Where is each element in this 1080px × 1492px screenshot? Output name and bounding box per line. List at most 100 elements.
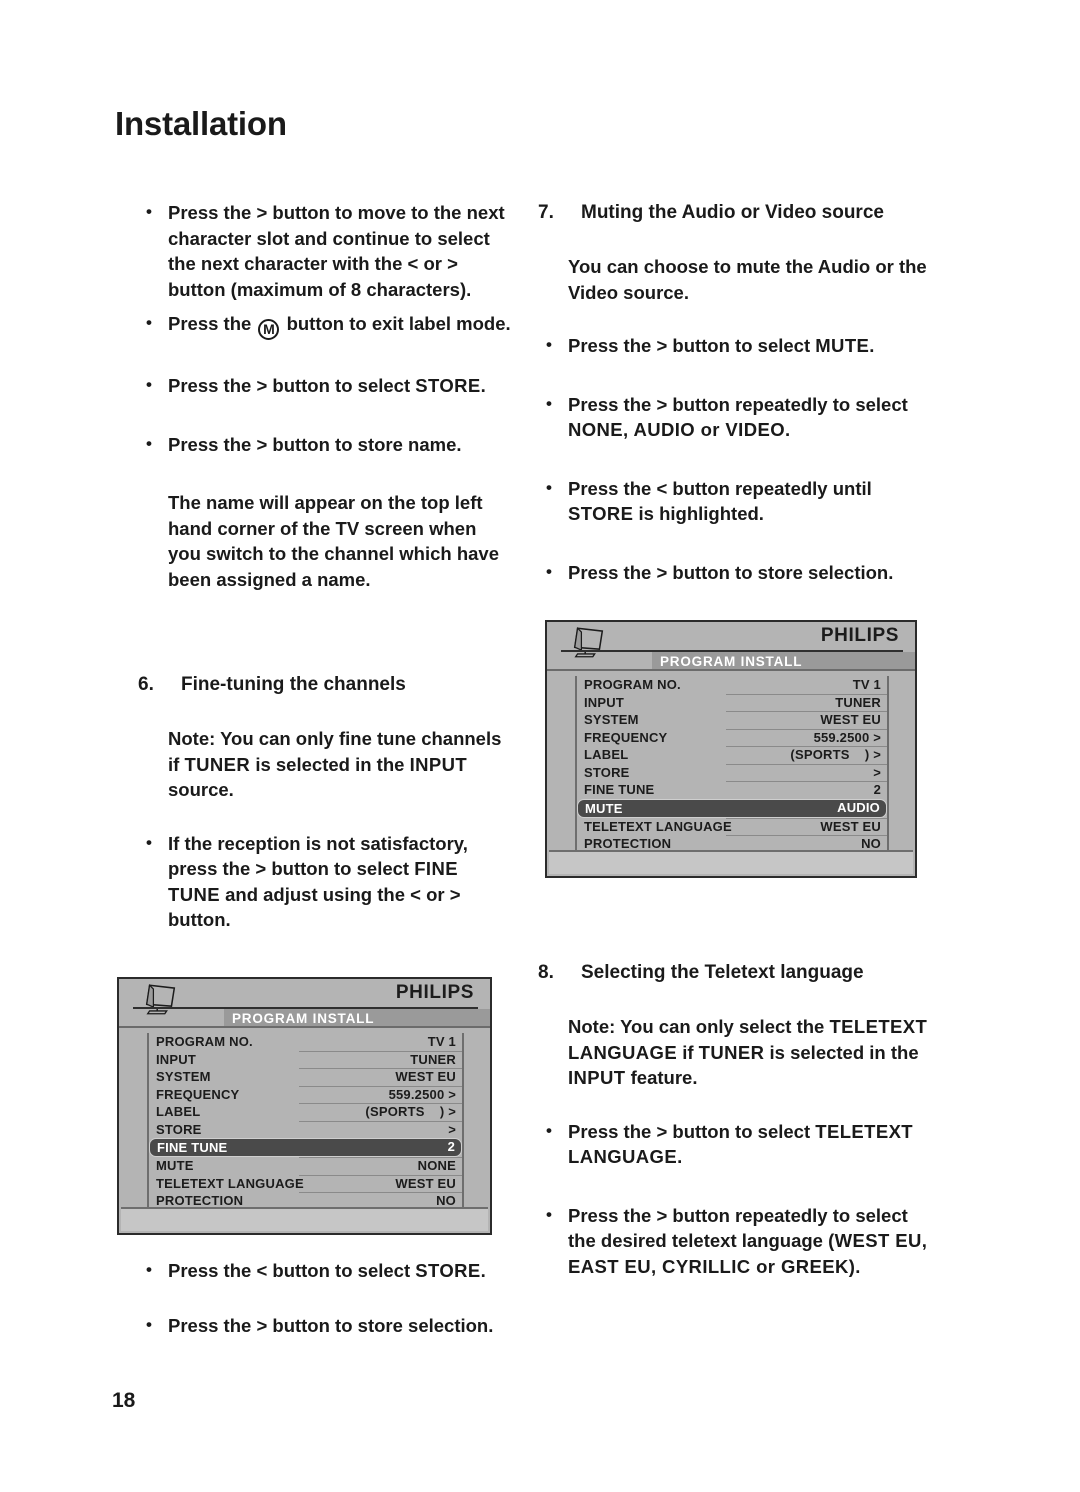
osd-row-label: SYSTEM — [156, 1069, 211, 1085]
bullet-text-prefix: Press the — [168, 1314, 257, 1336]
note-paragraph: Note: You can only select the TELETEXT L… — [538, 1014, 938, 1091]
list-item: Press the < button to select STORE. — [138, 1257, 513, 1284]
emphasis-term: TUNER — [184, 753, 251, 775]
osd-row-label: TELETEXT LANGUAGE — [584, 818, 732, 834]
bullet-text-prefix: Press the — [568, 477, 657, 499]
section-heading-6: 6. Fine-tuning the channels — [138, 672, 513, 698]
emphasis-term: STORE — [415, 375, 481, 396]
bullet-text-prefix: Press the — [168, 313, 257, 334]
osd-header: PHILIPS PROGRAM INSTALL — [119, 979, 490, 1028]
list-item: Press the > button to select MUTE. — [538, 332, 938, 359]
list-item: Press the > button to select STORE. — [138, 372, 513, 399]
right-arrow-glyph: > — [447, 253, 458, 274]
note-mid2: is selected in the — [764, 1041, 919, 1063]
osd-menu-row[interactable]: LABEL (SPORTS ) > — [149, 1103, 462, 1121]
section-heading-8: 8. Selecting the Teletext language — [538, 960, 938, 986]
section-number: 6. — [138, 674, 154, 695]
osd-menu-row[interactable]: FINE TUNE 2 — [577, 781, 887, 799]
emphasis-term: MUTE — [815, 335, 870, 356]
list-item: Press the > button to move to the next c… — [138, 199, 513, 302]
osd-menu-row[interactable]: PROGRAM NO. TV 1 — [149, 1033, 462, 1051]
osd-row-value: 559.2500 > — [388, 1086, 456, 1102]
osd-value-cell — [725, 763, 887, 782]
osd-menu-row[interactable]: STORE > — [149, 1120, 462, 1139]
osd-row-label: PROGRAM NO. — [584, 677, 681, 693]
osd-row-value: (SPORTS ) > — [365, 1104, 456, 1119]
right-arrow-glyph: > — [656, 561, 668, 583]
emphasis-term: STORE — [568, 503, 634, 524]
osd-menu-row[interactable]: INPUT TUNER — [577, 693, 887, 712]
osd-row-label: LABEL — [156, 1104, 201, 1120]
page-number: 18 — [112, 1389, 136, 1412]
osd-row-value: 2 — [447, 1139, 455, 1154]
osd-row-value: 559.2500 > — [813, 729, 881, 745]
osd-row-label: MUTE — [585, 800, 623, 816]
right-arrow-glyph: > — [256, 433, 268, 455]
osd-menu-row[interactable]: FREQUENCY 559.2500 > — [149, 1085, 462, 1104]
osd-body: PROGRAM NO. TV 1 INPUT TUNER SYSTEM WEST EU FR… — [547, 669, 915, 853]
osd-row-label: PROGRAM NO. — [156, 1034, 253, 1050]
osd-menu-row[interactable]: INPUT TUNER — [149, 1050, 462, 1069]
osd-row-list: PROGRAM NO. TV 1 INPUT TUNER SYSTEM WEST EU FR… — [575, 676, 889, 853]
osd-footer — [549, 850, 913, 874]
emphasis-term: INPUT — [568, 1067, 626, 1088]
osd-menu-row[interactable]: TELETEXT LANGUAGE WEST EU — [149, 1174, 462, 1193]
osd-menu-row[interactable]: FINE TUNE 2 — [149, 1138, 462, 1157]
right-arrow-glyph: > — [656, 1204, 668, 1226]
philips-logo: PHILIPS — [820, 625, 899, 646]
menu-button-icon: M — [258, 319, 280, 340]
osd-row-value: TV 1 — [427, 1034, 456, 1049]
osd-row-label: FREQUENCY — [584, 729, 668, 745]
right-arrow-glyph: > — [255, 858, 267, 879]
osd-row-label: FREQUENCY — [156, 1086, 240, 1102]
osd-row-value: AUDIO — [837, 799, 880, 815]
bullet-text-tail: . — [677, 1146, 683, 1167]
osd-row-value: 2 — [873, 782, 881, 797]
osd-menu-row[interactable]: SYSTEM WEST EU — [577, 711, 887, 729]
note-mid: is selected in the — [250, 753, 410, 775]
right-arrow-glyph: > — [256, 1314, 268, 1336]
osd-row-value: NONE — [417, 1158, 456, 1173]
osd-menu-row[interactable]: SYSTEM WEST EU — [149, 1068, 462, 1086]
bullet-text-prefix: Press the — [168, 1260, 257, 1281]
left-column-lower: Press the < button to select STORE. Pres… — [138, 1257, 513, 1347]
bullet-text-tail: is highlighted. — [633, 503, 764, 524]
osd-menu-row[interactable]: FREQUENCY 559.2500 > — [577, 728, 887, 747]
right-column: 7. Muting the Audio or Video source You c… — [538, 200, 938, 594]
osd-menu-row[interactable]: MUTE NONE — [149, 1157, 462, 1175]
section-number: 8. — [538, 962, 554, 983]
osd-menu-row[interactable]: TELETEXT LANGUAGE WEST EU — [577, 817, 887, 836]
osd-row-label: INPUT — [584, 694, 624, 710]
osd-row-value: > — [873, 764, 881, 780]
osd-body: PROGRAM NO. TV 1 INPUT TUNER SYSTEM WEST EU FR… — [119, 1026, 490, 1210]
philips-logo: PHILIPS — [395, 982, 474, 1003]
osd-value-cell — [299, 1120, 462, 1139]
osd-row-value: (SPORTS ) > — [790, 747, 881, 762]
osd-menu-row[interactable]: STORE > — [577, 763, 887, 782]
osd-header: PHILIPS PROGRAM INSTALL — [547, 622, 915, 671]
left-arrow-glyph: < — [256, 1260, 268, 1281]
section-heading-7: 7. Muting the Audio or Video source — [538, 200, 938, 226]
list-item: Press the > button to store selection. — [138, 1312, 513, 1339]
list-item: If the reception is not satisfactory, pr… — [138, 830, 513, 933]
osd-row-label: STORE — [584, 764, 630, 780]
osd-menu-row[interactable]: MUTE AUDIO — [577, 798, 887, 818]
osd-row-label: SYSTEM — [584, 712, 639, 728]
bullet-text-mid: button to select — [667, 335, 816, 356]
osd-row-label: FINE TUNE — [584, 782, 655, 798]
osd-row-value: WEST EU — [395, 1069, 456, 1084]
right-arrow-glyph: > — [656, 1120, 668, 1142]
note-paragraph: Note: You can only fine tune channels if… — [138, 726, 513, 803]
osd-row-label: LABEL — [584, 747, 629, 763]
osd-row-label: INPUT — [156, 1051, 196, 1067]
osd-row-value: WEST EU — [395, 1175, 456, 1191]
osd-menu-row[interactable]: PROGRAM NO. TV 1 — [577, 676, 887, 694]
list-item: Press the > button repeatedly to select … — [538, 1202, 938, 1280]
osd-menu-row[interactable]: LABEL (SPORTS ) > — [577, 746, 887, 764]
osd-row-label: STORE — [156, 1121, 202, 1137]
bullet-text-mid2: and adjust using the — [219, 883, 411, 905]
bullet-text-tail: . — [480, 375, 486, 396]
bullet-text-tail: . — [480, 1260, 486, 1281]
osd-row-label: MUTE — [156, 1158, 194, 1174]
right-arrow-glyph: > — [449, 883, 461, 905]
